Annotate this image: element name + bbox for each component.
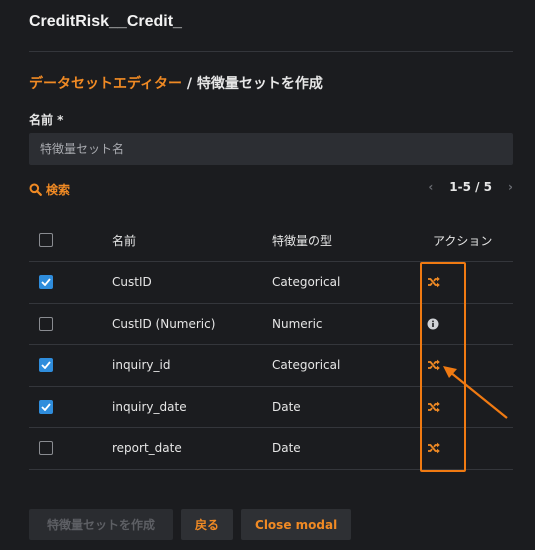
modal-footer: 特徴量セットを作成 戻る Close modal xyxy=(29,509,352,540)
shuffle-icon[interactable] xyxy=(427,359,440,371)
modal-title: CreditRisk__Credit_ xyxy=(29,13,182,30)
info-icon[interactable] xyxy=(427,318,439,330)
table-header: 名前 特徴量の型 アクション xyxy=(29,219,513,262)
feature-name: report_date xyxy=(112,441,182,456)
feature-type: Categorical xyxy=(272,275,341,290)
column-header-action: アクション xyxy=(433,233,493,248)
table-body: CustID Categorical CustID (Numeric) Numeric… xyxy=(29,262,513,470)
table-row: CustID Categorical xyxy=(29,262,513,304)
feature-type: Date xyxy=(272,399,301,414)
feature-name: CustID (Numeric) xyxy=(112,316,216,331)
feature-name: inquiry_id xyxy=(112,358,171,373)
breadcrumb-separator: / xyxy=(182,76,197,92)
search-button[interactable]: 検索 xyxy=(29,181,70,198)
shuffle-icon[interactable] xyxy=(427,276,440,288)
row-checkbox[interactable] xyxy=(39,358,53,373)
table-row: report_date Date xyxy=(29,428,513,470)
search-label: 検索 xyxy=(46,183,71,197)
table-row: inquiry_id Categorical xyxy=(29,345,513,387)
prev-page-button[interactable]: ‹ xyxy=(428,180,433,194)
row-checkbox[interactable] xyxy=(39,275,53,290)
column-header-name: 名前 xyxy=(112,233,137,248)
name-field-label: 名前 * xyxy=(29,113,64,127)
table-row: CustID (Numeric) Numeric xyxy=(29,304,513,345)
table-row: inquiry_date Date xyxy=(29,387,513,428)
header-divider xyxy=(29,51,513,52)
search-icon xyxy=(29,183,42,196)
features-table: 名前 特徴量の型 アクション CustID Categorical CustID (… xyxy=(29,219,513,470)
breadcrumb: データセットエディター / 特徴量セットを作成 xyxy=(29,73,323,93)
feature-type: Date xyxy=(272,441,301,456)
close-modal-button[interactable]: Close modal xyxy=(241,509,352,540)
page-range: 1-5 / 5 xyxy=(449,180,493,194)
breadcrumb-current: 特徴量セットを作成 xyxy=(196,76,323,92)
shuffle-icon[interactable] xyxy=(427,442,440,454)
row-checkbox[interactable] xyxy=(39,399,53,414)
back-button[interactable]: 戻る xyxy=(181,509,234,540)
column-header-type: 特徴量の型 xyxy=(272,233,333,248)
breadcrumb-dataset-editor-link[interactable]: データセットエディター xyxy=(29,76,182,92)
row-checkbox[interactable] xyxy=(39,316,53,331)
create-feature-set-button[interactable]: 特徴量セットを作成 xyxy=(29,509,173,540)
feature-set-name-input[interactable] xyxy=(29,133,513,165)
next-page-button[interactable]: › xyxy=(508,180,513,194)
feature-name: inquiry_date xyxy=(112,399,187,414)
shuffle-icon[interactable] xyxy=(427,401,440,413)
feature-type: Numeric xyxy=(272,316,323,331)
feature-type: Categorical xyxy=(272,358,341,373)
pagination: ‹ 1-5 / 5 › xyxy=(428,180,513,194)
feature-name: CustID xyxy=(112,275,152,290)
select-all-checkbox[interactable] xyxy=(39,233,53,247)
row-checkbox[interactable] xyxy=(39,441,53,456)
